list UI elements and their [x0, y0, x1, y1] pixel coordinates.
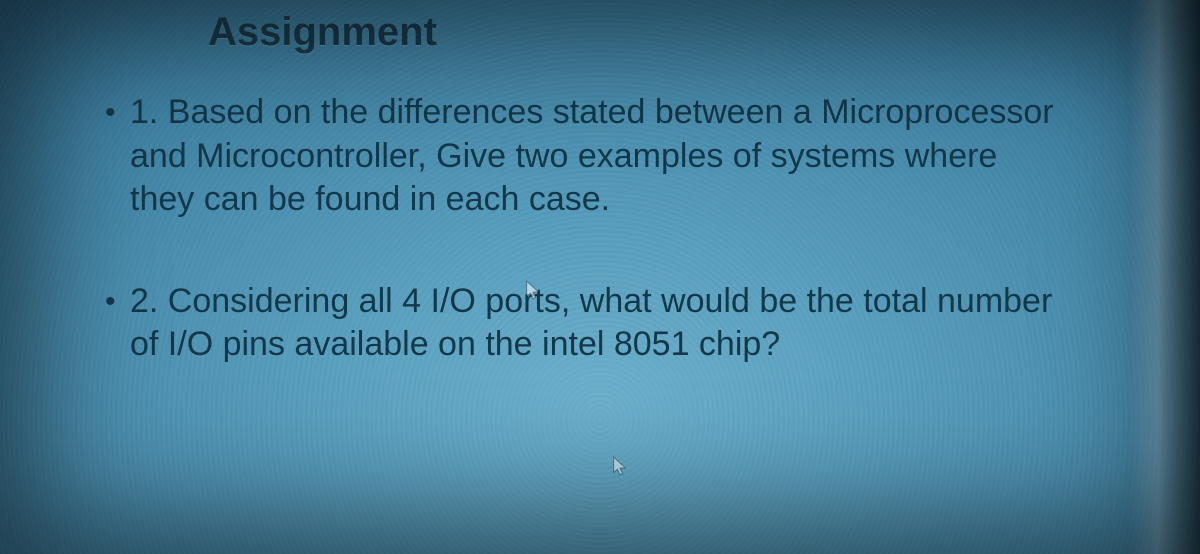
list-item: 1. Based on the differences stated betwe… — [100, 91, 1070, 222]
bullet-list: 1. Based on the differences stated betwe… — [100, 91, 1070, 367]
list-item: 2. Considering all 4 I/O ports, what wou… — [100, 280, 1070, 367]
slide-content: Assignment 1. Based on the differences s… — [0, 0, 1200, 554]
list-item-text: 2. Considering all 4 I/O ports, what wou… — [130, 282, 1052, 364]
list-item-text: 1. Based on the differences stated betwe… — [130, 93, 1054, 218]
slide-title: Assignment — [208, 10, 1070, 55]
presentation-slide: Assignment 1. Based on the differences s… — [0, 0, 1200, 554]
